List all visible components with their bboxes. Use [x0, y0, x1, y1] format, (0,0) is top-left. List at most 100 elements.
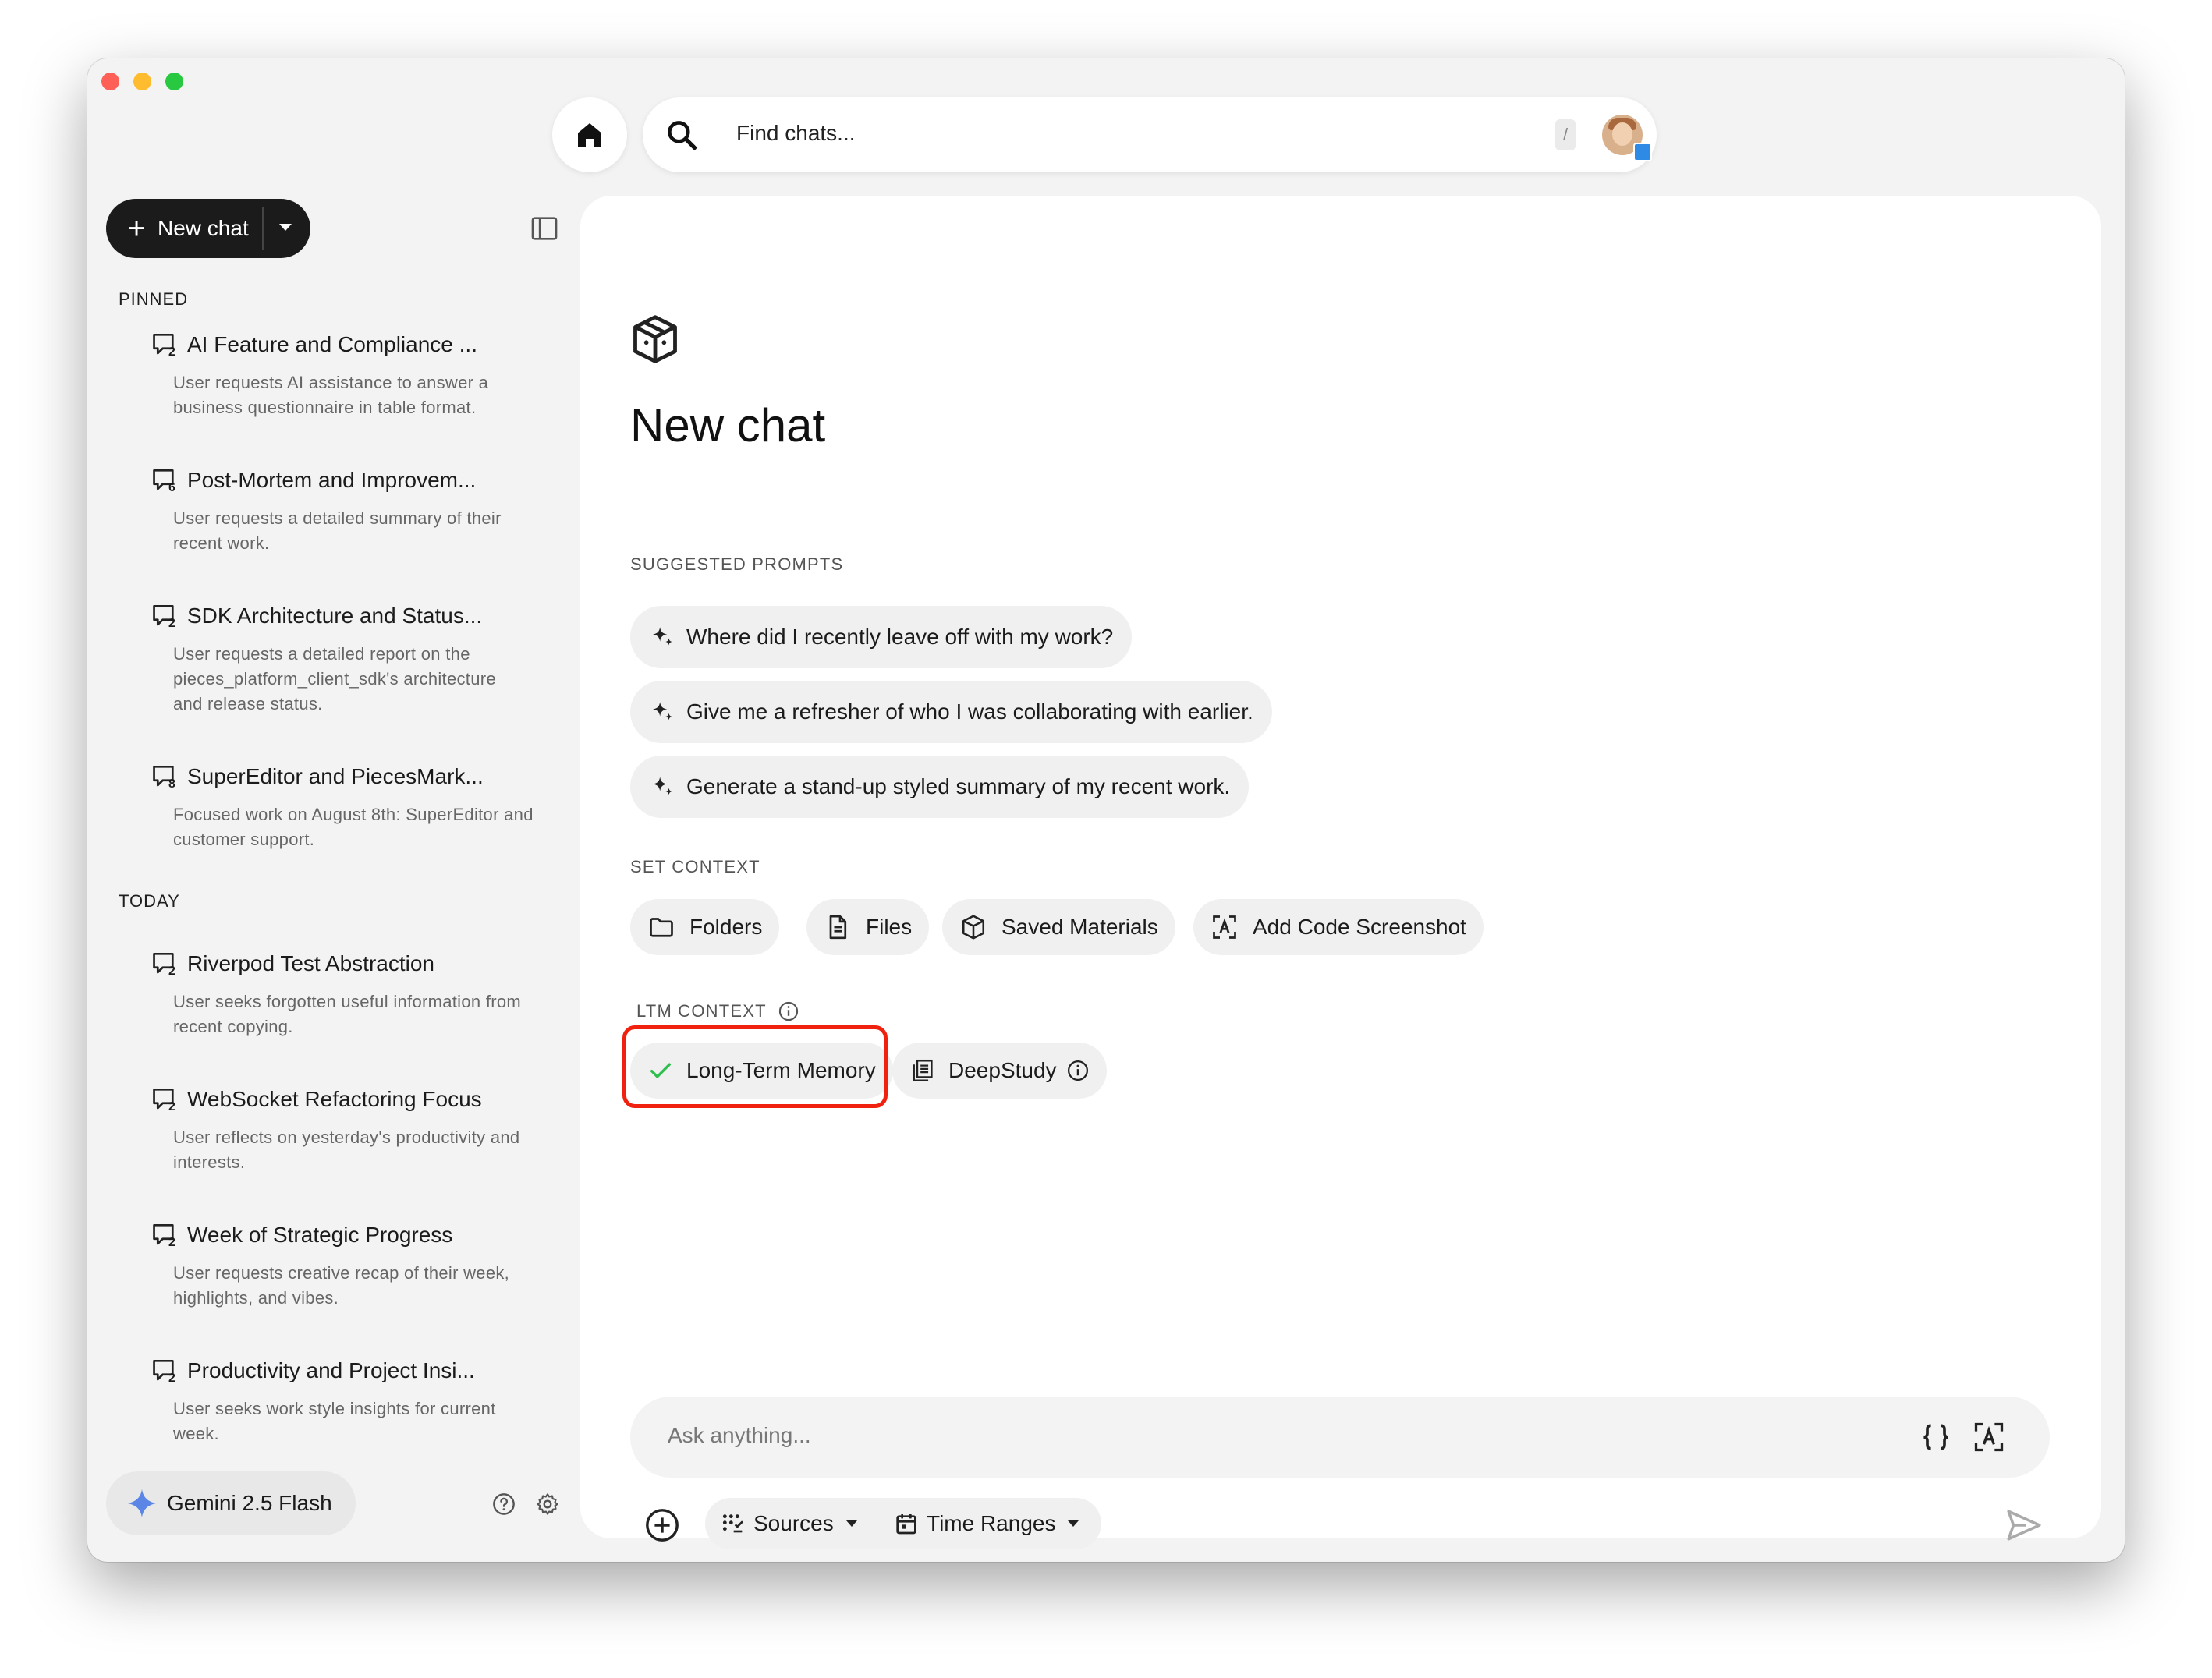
chat-summary: Focused work on August 8th: SuperEditor … [173, 802, 587, 852]
ask-input-bar[interactable]: Ask anything... [630, 1397, 2050, 1478]
sparkle-icon [652, 702, 672, 720]
model-selector[interactable]: Gemini 2.5 Flash [106, 1471, 356, 1535]
chat-bubble-icon: 2 [150, 949, 179, 979]
sidebar-chat-item[interactable]: 8 SuperEditor and PiecesMark... Focused wo… [150, 762, 587, 852]
chat-bubble-icon: 2 [150, 1356, 179, 1386]
app-window: Find chats... / + New chat PINNED 2 AI Fe… [87, 58, 2125, 1562]
filters-pill: Sources Time Ranges [705, 1498, 1101, 1549]
chat-summary: User requests a detailed report on the pi… [173, 642, 587, 717]
documents-stack-icon [913, 1059, 933, 1082]
suggested-prompt-text: Where did I recently leave off with my w… [686, 625, 1114, 649]
chat-summary-line: recent copying. [173, 1017, 293, 1036]
chat-title: Riverpod Test Abstraction [187, 951, 434, 975]
info-icon[interactable] [778, 1000, 799, 1022]
sources-dropdown[interactable]: Sources [721, 1498, 857, 1549]
chat-summary-line: User requests creative recap of their we… [173, 1263, 510, 1283]
search-bar[interactable]: Find chats... / [643, 97, 1657, 172]
chat-message-count: 2 [168, 1372, 175, 1385]
chat-bubble-icon: 8 [150, 762, 179, 791]
code-braces-icon[interactable] [1919, 1420, 1953, 1454]
chat-summary-line: User requests a detailed report on the [173, 644, 470, 664]
chat-message-count: 2 [168, 617, 175, 630]
saved-materials-context-button[interactable]: Saved Materials [942, 899, 1175, 955]
chat-title: WebSocket Refactoring Focus [187, 1087, 482, 1111]
chat-summary: User seeks forgotten useful information … [173, 989, 587, 1039]
minimize-window-button[interactable] [133, 73, 151, 90]
calendar-icon [896, 1514, 916, 1535]
chat-title: AI Feature and Compliance ... [187, 332, 477, 356]
gear-icon[interactable] [535, 1492, 560, 1517]
chat-summary-line: highlights, and vibes. [173, 1288, 339, 1308]
suggested-prompt-chip[interactable]: Generate a stand-up styled summary of my… [630, 756, 1250, 818]
home-button[interactable] [552, 97, 627, 172]
chat-message-count: 8 [168, 777, 175, 791]
new-chat-dropdown-caret-icon[interactable] [279, 224, 292, 231]
chat-message-count: 2 [168, 345, 175, 359]
suggested-prompt-chip[interactable]: Where did I recently leave off with my w… [630, 606, 1133, 668]
sidebar-chat-item[interactable]: 2 AI Feature and Compliance ... User reque… [150, 330, 587, 420]
search-icon [668, 121, 697, 150]
ask-input[interactable]: Ask anything... [668, 1423, 811, 1448]
sidebar-chat-item[interactable]: 2 Riverpod Test Abstraction User seeks for… [150, 949, 587, 1039]
sparkle-icon [652, 777, 672, 795]
folder-icon [650, 918, 673, 937]
deepstudy-toggle[interactable]: DeepStudy [892, 1043, 1107, 1099]
main-panel: New chat SUGGESTED PROMPTS Where did I r… [580, 196, 2101, 1549]
folders-context-button[interactable]: Folders [630, 899, 780, 955]
gemini-sparkle-icon [127, 1489, 157, 1518]
chat-summary: User requests AI assistance to answer a b… [173, 370, 587, 420]
screenshot-scan-icon [1213, 915, 1236, 939]
new-chat-label: New chat [158, 216, 249, 240]
sources-grid-icon [722, 1514, 743, 1533]
screenshot-scan-icon[interactable] [1972, 1420, 2006, 1454]
ltm-context-label-row: LTM CONTEXT [636, 1000, 799, 1022]
chat-message-count: 2 [168, 965, 175, 978]
files-context-button[interactable]: Files [806, 899, 930, 955]
highlight-annotation [622, 1025, 888, 1108]
suggested-prompt-text: Give me a refresher of who I was collabo… [686, 699, 1253, 724]
pinned-section-label: PINNED [119, 289, 189, 309]
plus-icon: + [127, 211, 146, 246]
chat-summary-line: User seeks forgotten useful information … [173, 992, 522, 1011]
chat-summary-line: interests. [173, 1152, 246, 1172]
chat-summary-line: User reflects on yesterday's productivit… [173, 1128, 520, 1147]
chat-summary-line: and release status. [173, 694, 323, 713]
new-chat-button[interactable]: + New chat [106, 199, 310, 258]
deepstudy-label: DeepStudy [948, 1058, 1057, 1082]
suggested-prompt-chip[interactable]: Give me a refresher of who I was collabo… [630, 681, 1272, 743]
sparkle-icon [652, 627, 672, 646]
search-input[interactable]: Find chats... [736, 121, 856, 146]
suggested-prompts-label: SUGGESTED PROMPTS [630, 554, 844, 574]
add-code-screenshot-label: Add Code Screenshot [1253, 915, 1466, 939]
sidebar-chat-item[interactable]: 2 Productivity and Project Insi... User se… [150, 1356, 587, 1446]
sidebar-chat-item[interactable]: 2 WebSocket Refactoring Focus User reflect… [150, 1085, 587, 1175]
sidebar-chat-item[interactable]: 2 Week of Strategic Progress User requests… [150, 1220, 587, 1311]
set-context-label: SET CONTEXT [630, 857, 760, 876]
sidebar-toggle-icon[interactable] [529, 213, 560, 244]
sidebar-chat-item[interactable]: 6 Post-Mortem and Improvem... User request… [150, 466, 587, 556]
saved-materials-cube-icon [633, 315, 677, 363]
sidebar-chat-item[interactable]: 2 SDK Architecture and Status... User requ… [150, 601, 587, 717]
file-icon [829, 915, 847, 940]
chat-title: SuperEditor and PiecesMark... [187, 764, 484, 788]
window-controls [101, 73, 183, 90]
home-icon [578, 123, 601, 147]
page-title: New chat [630, 399, 826, 451]
add-code-screenshot-button[interactable]: Add Code Screenshot [1193, 899, 1484, 955]
today-section-label: TODAY [119, 891, 180, 911]
chat-summary-line: User seeks work style insights for curre… [173, 1399, 496, 1418]
zoom-window-button[interactable] [165, 73, 183, 90]
folders-label: Folders [689, 915, 763, 939]
add-circle-icon[interactable] [644, 1507, 680, 1543]
files-label: Files [866, 915, 913, 939]
send-icon[interactable] [2005, 1506, 2044, 1545]
close-window-button[interactable] [101, 73, 119, 90]
caret-down-icon [1068, 1520, 1079, 1527]
info-icon[interactable] [1066, 1059, 1090, 1082]
time-ranges-dropdown[interactable]: Time Ranges [894, 1498, 1079, 1549]
help-icon[interactable] [491, 1492, 516, 1517]
chat-summary: User requests creative recap of their we… [173, 1261, 587, 1311]
saved-materials-label: Saved Materials [1001, 915, 1158, 939]
search-shortcut-hint: / [1555, 119, 1576, 150]
chat-bubble-icon: 2 [150, 1220, 179, 1250]
